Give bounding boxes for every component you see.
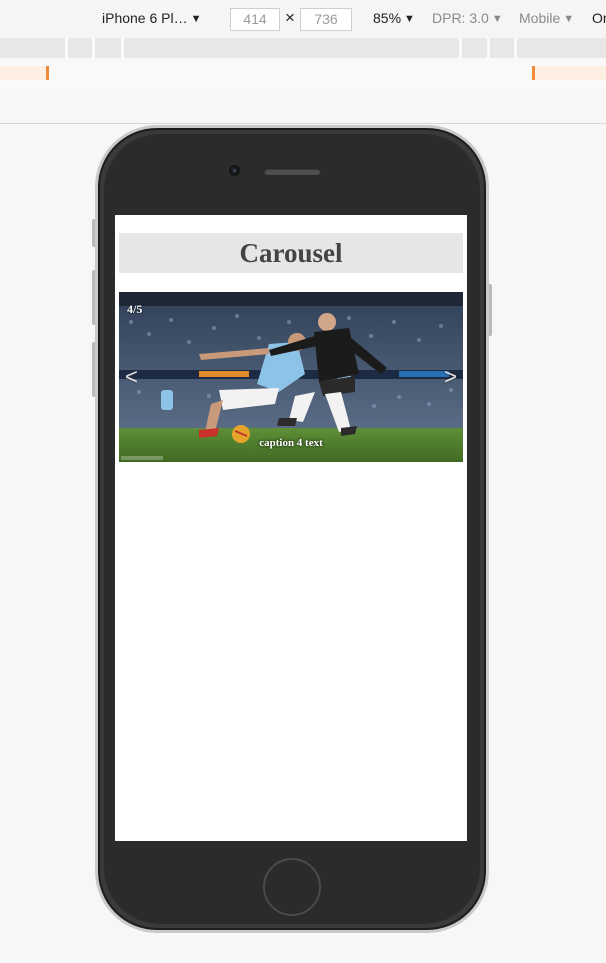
reuters-logo	[121, 456, 163, 460]
media-query-marker[interactable]	[46, 66, 49, 80]
page-title: Carousel	[239, 238, 343, 268]
media-query-divider	[121, 38, 124, 58]
device-select[interactable]: iPhone 6 Pl… ▼	[102, 10, 202, 26]
zoom-select-label: 85%	[373, 10, 402, 26]
media-query-range[interactable]	[0, 66, 46, 80]
media-query-range[interactable]	[535, 66, 606, 80]
slide-caption: caption 4 text	[259, 437, 323, 449]
dpr-select-label: DPR: 3.0	[432, 10, 489, 26]
camera-icon	[229, 165, 240, 176]
device-toolbar: iPhone 6 Pl… ▼ 414 × 736 85% ▼ DPR: 3.0 ▼ M…	[0, 0, 606, 38]
dimension-separator: ×	[285, 8, 295, 27]
carousel-slide[interactable]: 4/5 < > caption 4 text	[119, 292, 463, 462]
slide-counter: 4/5	[127, 302, 143, 316]
media-query-divider	[92, 38, 95, 58]
media-query-divider	[459, 38, 462, 58]
chevron-down-icon: ▼	[404, 13, 415, 25]
media-query-divider	[487, 38, 490, 58]
carousel-next-button[interactable]: >	[444, 364, 457, 390]
media-query-divider	[514, 38, 517, 58]
width-input[interactable]: 414	[230, 8, 280, 31]
home-button[interactable]	[263, 858, 321, 916]
media-query-divider	[65, 38, 68, 58]
media-query-bar	[0, 38, 606, 58]
chevron-down-icon: ▼	[190, 13, 202, 25]
dpr-select[interactable]: DPR: 3.0 ▼	[432, 10, 503, 26]
online-select[interactable]: Or	[592, 10, 606, 26]
mode-select[interactable]: Mobile ▼	[519, 10, 574, 26]
chevron-down-icon: ▼	[563, 13, 575, 25]
device-select-label: iPhone 6 Pl…	[102, 10, 188, 26]
page-header: Carousel	[119, 233, 463, 273]
height-input[interactable]: 736	[300, 8, 352, 31]
device-screen: Carousel 4/5 < > caption 4 text	[115, 215, 467, 841]
zoom-select[interactable]: 85% ▼	[373, 10, 415, 26]
viewport-divider	[0, 123, 606, 124]
chevron-down-icon: ▼	[491, 13, 503, 25]
carousel-prev-button[interactable]: <	[125, 364, 138, 390]
carousel[interactable]: 4/5 < > caption 4 text	[119, 292, 463, 462]
media-query-ruler	[0, 58, 606, 88]
speaker-grille	[264, 168, 321, 175]
mode-select-label: Mobile	[519, 10, 561, 26]
